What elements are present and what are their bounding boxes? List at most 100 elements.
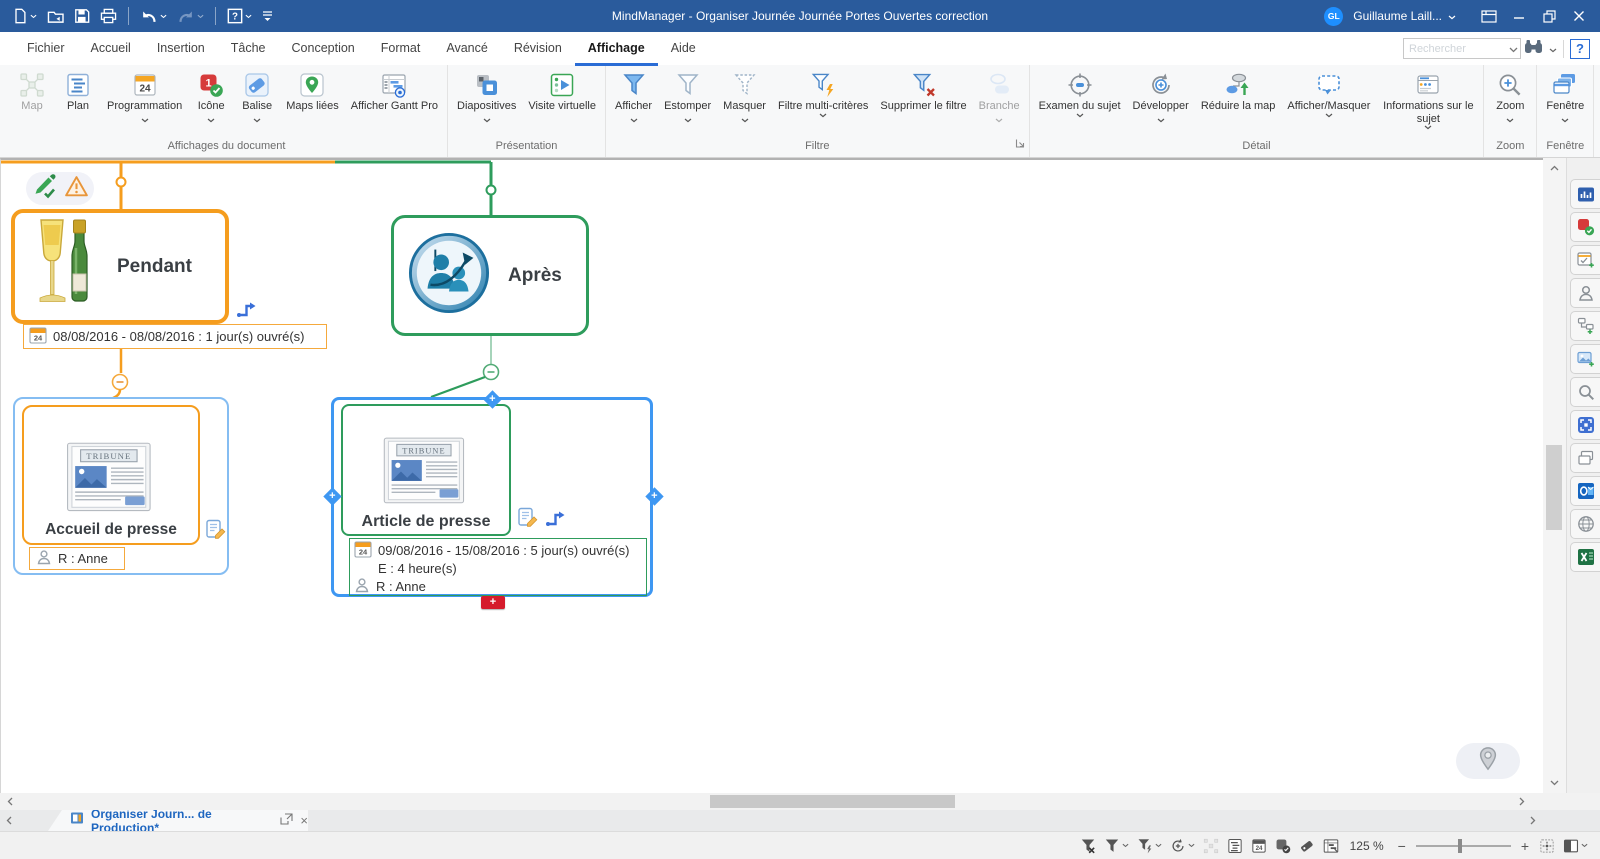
status-fit-map-button[interactable]	[1539, 838, 1555, 854]
save-button[interactable]	[70, 5, 94, 27]
ribbon-button-fenetre[interactable]: Fenêtre	[1540, 67, 1590, 123]
status-review-button[interactable]	[1170, 838, 1195, 854]
ribbon-button-diapositives[interactable]: Diapositives	[451, 67, 522, 123]
float-tab-icon[interactable]	[280, 812, 293, 830]
close-button[interactable]	[1564, 3, 1594, 29]
horizontal-scrollbar[interactable]	[0, 793, 1600, 810]
article-notes-icon[interactable]	[517, 507, 538, 533]
new-document-button[interactable]	[8, 5, 41, 27]
ribbon-button-visite-virtuelle[interactable]: Visite virtuelle	[522, 67, 602, 113]
ribbon-button-afficher-masquer[interactable]: Afficher/Masquer	[1281, 67, 1376, 118]
accueil-notes-icon[interactable]	[205, 519, 226, 540]
document-tab[interactable]: Organiser Journ... de Production* ×	[48, 810, 308, 831]
close-tab-icon[interactable]: ×	[300, 812, 308, 830]
status-clear-filter-button[interactable]	[1080, 838, 1096, 854]
tab-accueil[interactable]: Accueil	[78, 32, 144, 66]
print-button[interactable]	[96, 5, 121, 27]
tab-insertion[interactable]: Insertion	[144, 32, 218, 66]
status-filter-button[interactable]	[1104, 838, 1129, 854]
sidebar-images-button[interactable]	[1570, 344, 1600, 374]
topic-accueil-de-presse[interactable]: TRIBUNE Accueil de presse R : Anne	[13, 397, 229, 575]
article-relationship-icon[interactable]	[544, 508, 566, 533]
find-button[interactable]	[1524, 39, 1543, 59]
scroll-left-arrow[interactable]	[2, 793, 18, 810]
map-canvas[interactable]: Pendant 24 08/08/2016 - 08/08/2016 : 1 j…	[0, 158, 1543, 793]
undo-button[interactable]	[136, 6, 171, 27]
help-button[interactable]: ?	[223, 5, 256, 27]
sidebar-map-parts-button[interactable]	[1570, 311, 1600, 341]
customize-quick-access-button[interactable]	[258, 7, 277, 25]
tab-conception[interactable]: Conception	[279, 32, 368, 66]
user-menu-chevron-icon[interactable]	[1448, 7, 1456, 25]
pendant-relationship-icon[interactable]	[235, 299, 257, 319]
tab-revision[interactable]: Révision	[501, 32, 575, 66]
redo-button[interactable]	[173, 6, 208, 27]
open-button[interactable]	[43, 6, 68, 27]
ribbon-button-icone[interactable]: 1Icône	[188, 67, 234, 123]
horizontal-scroll-thumb[interactable]	[710, 795, 955, 808]
ribbon-button-developper[interactable]: Développer	[1127, 67, 1195, 123]
ribbon-button-balise[interactable]: Balise	[234, 67, 280, 123]
ribbon-button-filtre-multi-criteres[interactable]: Filtre multi-critères	[772, 67, 874, 118]
search-input[interactable]	[1403, 38, 1521, 59]
status-schedule-view-button[interactable]: 24	[1251, 838, 1267, 854]
vertical-scroll-thumb[interactable]	[1546, 445, 1562, 530]
ribbon-button-masquer[interactable]: Masquer	[717, 67, 772, 123]
ribbon-button-programmation[interactable]: 24Programmation	[101, 67, 188, 123]
sidebar-excel-button[interactable]	[1570, 542, 1600, 572]
sidebar-icon-markers-button[interactable]	[1570, 212, 1600, 242]
sidebar-task-info-button[interactable]	[1570, 245, 1600, 275]
ribbon-button-maps-liees[interactable]: Maps liées	[280, 67, 345, 113]
sidebar-snippets-button[interactable]	[1570, 443, 1600, 473]
find-dropdown-icon[interactable]	[1549, 40, 1557, 58]
tabs-scroll-left-arrow[interactable]	[0, 810, 18, 831]
sidebar-resources-button[interactable]	[1570, 278, 1600, 308]
ribbon-button-plan[interactable]: Plan	[55, 67, 101, 113]
ribbon-button-reduire-la-map[interactable]: Réduire la map	[1195, 67, 1282, 113]
user-name[interactable]: Guillaume Laill...	[1353, 9, 1442, 23]
topic-pendant[interactable]: Pendant	[11, 209, 229, 324]
status-outline-view-button[interactable]	[1227, 838, 1243, 854]
status-window-panes-button[interactable]	[1563, 838, 1588, 854]
sidebar-search-button[interactable]	[1570, 377, 1600, 407]
ribbon-button-supprimer-le-filtre[interactable]: Supprimer le filtre	[874, 67, 972, 113]
zoom-out-button[interactable]: −	[1395, 838, 1409, 854]
zoom-in-button[interactable]: +	[1518, 838, 1532, 854]
tab-affichage[interactable]: Affichage	[575, 32, 658, 66]
zoom-slider-thumb[interactable]	[1458, 839, 1462, 853]
dialog-launcher-icon[interactable]	[1015, 136, 1026, 154]
priority-marker-badge[interactable]: +	[481, 596, 505, 609]
zoom-slider[interactable]	[1416, 845, 1511, 847]
sidebar-web-button[interactable]	[1570, 509, 1600, 539]
scroll-right-arrow[interactable]	[1514, 793, 1530, 810]
help-button[interactable]: ?	[1570, 39, 1590, 59]
minimize-button[interactable]	[1504, 3, 1534, 29]
search-dropdown-icon[interactable]	[1509, 40, 1518, 58]
user-avatar[interactable]: GL	[1324, 7, 1343, 26]
sidebar-outlook-button[interactable]	[1570, 476, 1600, 506]
topic-article-de-presse[interactable]: TRIBUNE Article de presse 24	[331, 397, 653, 597]
ribbon-button-estomper[interactable]: Estomper	[658, 67, 717, 123]
status-tags-view-button[interactable]	[1299, 838, 1315, 854]
tab-aide[interactable]: Aide	[658, 32, 709, 66]
vertical-scrollbar[interactable]	[1543, 158, 1566, 793]
status-gantt-view-button[interactable]	[1323, 838, 1339, 854]
ribbon-button-zoom[interactable]: Zoom	[1487, 67, 1533, 123]
restore-button[interactable]	[1534, 3, 1564, 29]
ribbon-button-informations-sur-le-sujet[interactable]: Informations sur le sujet	[1376, 67, 1480, 130]
sidebar-library-button[interactable]	[1570, 179, 1600, 209]
ribbon-display-options-button[interactable]	[1474, 3, 1504, 29]
tabs-scroll-right-arrow[interactable]	[1524, 810, 1542, 831]
locate-map-button[interactable]	[1456, 743, 1520, 779]
ribbon-button-afficher-gantt-pro[interactable]: Afficher Gantt Pro	[345, 67, 444, 113]
sidebar-focus-button[interactable]	[1570, 410, 1600, 440]
scroll-down-arrow[interactable]	[1543, 775, 1566, 791]
tab-fichier[interactable]: Fichier	[14, 32, 78, 66]
topic-apres[interactable]: Après	[391, 215, 589, 336]
tab-avance[interactable]: Avancé	[433, 32, 500, 66]
ribbon-button-afficher[interactable]: Afficher	[609, 67, 658, 123]
status-icons-view-button[interactable]	[1275, 838, 1291, 854]
tab-tache[interactable]: Tâche	[218, 32, 279, 66]
tab-format[interactable]: Format	[368, 32, 434, 66]
scroll-up-arrow[interactable]	[1543, 160, 1566, 176]
